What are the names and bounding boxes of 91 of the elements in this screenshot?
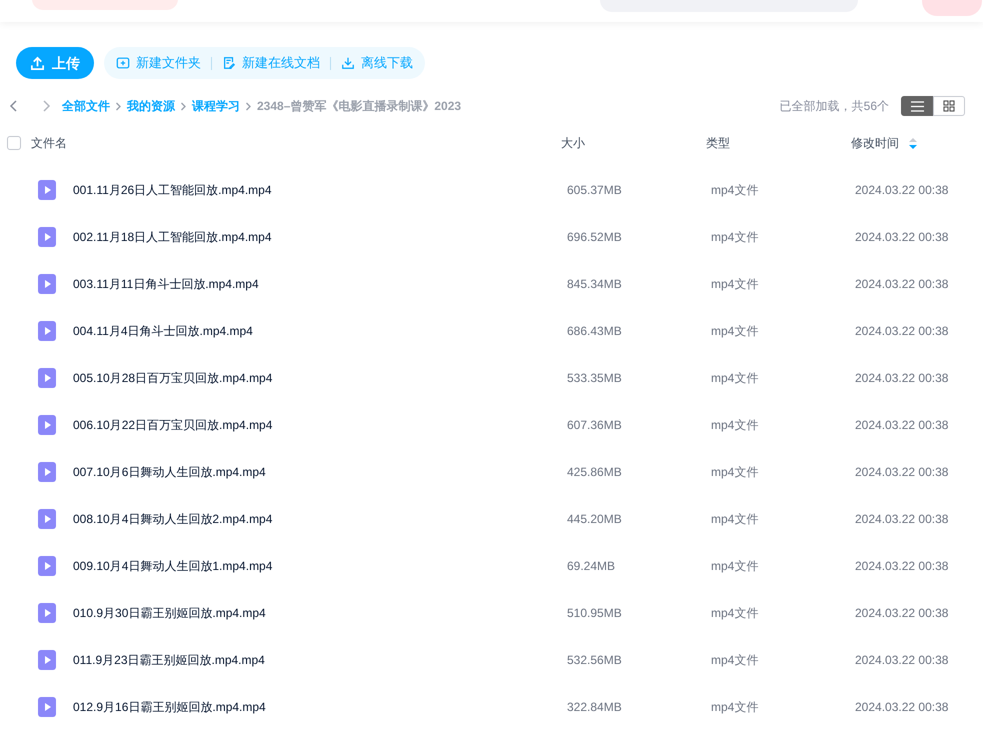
file-name: 001.11月26日人工智能回放.mp4.mp4 — [73, 182, 273, 198]
modified-time: 2024.03.22 00:38 — [855, 698, 948, 716]
file-name: 011.9月23日霸王别姬回放.mp4.mp4 — [73, 652, 266, 668]
file-size: 445.20MB — [567, 510, 623, 528]
grid-view-button[interactable] — [933, 96, 965, 116]
file-row[interactable]: 007.10月6日舞动人生回放.mp4.mp4 425.86MB mp4文件 2024.03.22 00:38 — [0, 448, 983, 495]
list-view-button[interactable] — [901, 96, 933, 116]
video-file-icon — [38, 180, 56, 200]
file-name: 008.10月4日舞动人生回放2.mp4.mp4 — [73, 510, 274, 528]
file-row[interactable]: 002.11月18日人工智能回放.mp4.mp4 696.52MB mp4文件 2024.03.22 00:38 — [0, 213, 983, 260]
chevron-icon — [115, 102, 122, 110]
file-name: 009.10月4日舞动人生回放1.mp4.mp4 — [73, 558, 274, 574]
current-folder: 2348–曾赞军《电影直播录制课》2023 — [257, 98, 462, 115]
list-icon — [910, 100, 924, 112]
video-file-icon — [38, 508, 56, 528]
video-file-icon — [38, 226, 56, 246]
upload-icon — [30, 56, 45, 70]
file-row[interactable]: 006.10月22日百万宝贝回放.mp4.mp4 607.36MB mp4文件 2024.03.22 00:38 — [0, 401, 983, 448]
file-size: 845.34MB — [567, 276, 623, 292]
column-header[interactable]: 大小 — [561, 134, 706, 152]
file-size: 696.52MB — [567, 228, 623, 246]
video-file-icon — [38, 650, 56, 670]
modified-time: 2024.03.22 00:38 — [855, 652, 948, 668]
file-size: 607.36MB — [567, 416, 623, 434]
sort-icon[interactable] — [909, 138, 917, 148]
file-row[interactable]: 008.10月4日舞动人生回放2.mp4.mp4 445.20MB mp4文件 2024.03.22 00:38 — [0, 495, 983, 542]
file-row[interactable]: 004.11月4日角斗士回放.mp4.mp4 686.43MB mp4文件 2024.03.22 00:38 — [0, 307, 983, 354]
folder-plus-icon — [116, 56, 130, 70]
modified-time: 2024.03.22 00:38 — [855, 464, 948, 480]
column-header[interactable]: 文件名 — [31, 134, 561, 152]
file-name: 010.9月30日霸王别姬回放.mp4.mp4 — [73, 604, 267, 622]
file-row[interactable]: 001.11月26日人工智能回放.mp4.mp4 605.37MB mp4文件 2024.03.22 00:38 — [0, 166, 983, 213]
file-size: 69.24MB — [567, 558, 616, 574]
file-type: mp4文件 — [711, 558, 760, 574]
file-name: 004.11月4日角斗士回放.mp4.mp4 — [73, 322, 254, 340]
file-size: 532.56MB — [567, 652, 623, 668]
video-file-icon — [38, 556, 56, 576]
file-type: mp4文件 — [711, 416, 760, 434]
file-row[interactable]: 003.11月11日角斗士回放.mp4.mp4 845.34MB mp4文件 2024.03.22 00:38 — [0, 260, 983, 307]
file-size: 425.86MB — [567, 464, 623, 480]
file-name: 007.10月6日舞动人生回放.mp4.mp4 — [73, 464, 267, 480]
video-file-icon — [38, 274, 56, 294]
video-file-icon — [38, 414, 56, 434]
file-type: mp4文件 — [711, 228, 760, 246]
load-status: 已全部加载，共56个 — [780, 98, 889, 115]
modified-time: 2024.03.22 00:38 — [855, 558, 948, 574]
file-row[interactable]: 005.10月28日百万宝贝回放.mp4.mp4 533.35MB mp4文件 2024.03.22 00:38 — [0, 354, 983, 401]
file-size: 605.37MB — [567, 182, 623, 198]
file-size: 686.43MB — [567, 322, 623, 340]
file-row[interactable]: 012.9月16日霸王别姬回放.mp4.mp4 322.84MB mp4文件 2024.03.22 00:38 — [0, 683, 983, 730]
video-file-icon — [38, 368, 56, 388]
video-file-icon — [38, 320, 56, 340]
column-header[interactable]: 类型 — [706, 134, 851, 152]
grid-icon — [943, 100, 955, 112]
column-header[interactable]: 修改时间 — [851, 134, 899, 152]
modified-time: 2024.03.22 00:38 — [855, 182, 948, 198]
file-name: 006.10月22日百万宝贝回放.mp4.mp4 — [73, 416, 274, 434]
video-file-icon — [38, 696, 56, 716]
select-all-checkbox[interactable] — [7, 136, 21, 150]
file-size: 533.35MB — [567, 370, 623, 386]
file-size: 322.84MB — [567, 698, 623, 716]
modified-time: 2024.03.22 00:38 — [855, 604, 948, 622]
file-name: 002.11月18日人工智能回放.mp4.mp4 — [73, 228, 273, 246]
file-type: mp4文件 — [711, 652, 760, 668]
modified-time: 2024.03.22 00:38 — [855, 510, 948, 528]
file-type: mp4文件 — [711, 604, 760, 622]
download-icon — [341, 56, 355, 70]
modified-time: 2024.03.22 00:38 — [855, 228, 948, 246]
file-name: 012.9月16日霸王别姬回放.mp4.mp4 — [73, 698, 267, 716]
file-type: mp4文件 — [711, 370, 760, 386]
file-type: mp4文件 — [711, 322, 760, 340]
file-type: mp4文件 — [711, 464, 760, 480]
file-type: mp4文件 — [711, 698, 760, 716]
modified-time: 2024.03.22 00:38 — [855, 276, 948, 292]
file-name: 005.10月28日百万宝贝回放.mp4.mp4 — [73, 370, 274, 386]
file-type: mp4文件 — [711, 182, 760, 198]
file-row[interactable]: 011.9月23日霸王别姬回放.mp4.mp4 532.56MB mp4文件 2024.03.22 00:38 — [0, 636, 983, 683]
modified-time: 2024.03.22 00:38 — [855, 416, 948, 434]
modified-time: 2024.03.22 00:38 — [855, 370, 948, 386]
file-name: 003.11月11日角斗士回放.mp4.mp4 — [73, 276, 260, 292]
video-file-icon — [38, 462, 56, 482]
document-edit-icon — [222, 56, 236, 70]
modified-time: 2024.03.22 00:38 — [855, 322, 948, 340]
file-size: 510.95MB — [567, 604, 623, 622]
file-type: mp4文件 — [711, 276, 760, 292]
chevron-icon — [180, 102, 187, 110]
file-row[interactable]: 009.10月4日舞动人生回放1.mp4.mp4 69.24MB mp4文件 2024.03.22 00:38 — [0, 542, 983, 589]
file-type: mp4文件 — [711, 510, 760, 528]
chevron-icon — [245, 102, 252, 110]
file-row[interactable]: 010.9月30日霸王别姬回放.mp4.mp4 510.95MB mp4文件 2024.03.22 00:38 — [0, 589, 983, 636]
video-file-icon — [38, 602, 56, 622]
